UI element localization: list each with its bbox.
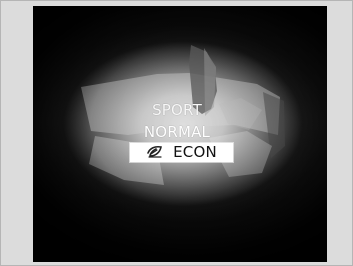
- dashboard-camera-screen: SPORT NORMAL ECON: [33, 6, 327, 262]
- drive-mode-econ-option[interactable]: ECON: [130, 143, 233, 162]
- drive-mode-econ-label: ECON: [173, 143, 217, 161]
- drive-mode-normal-option[interactable]: NORMAL: [121, 121, 233, 143]
- drive-mode-sport-option[interactable]: SPORT: [121, 99, 233, 121]
- drive-mode-normal-label: NORMAL: [143, 123, 211, 141]
- figure-frame: SPORT NORMAL ECON: [0, 0, 353, 266]
- econ-leaf-icon: [147, 145, 163, 158]
- drive-mode-sport-label: SPORT: [152, 101, 202, 119]
